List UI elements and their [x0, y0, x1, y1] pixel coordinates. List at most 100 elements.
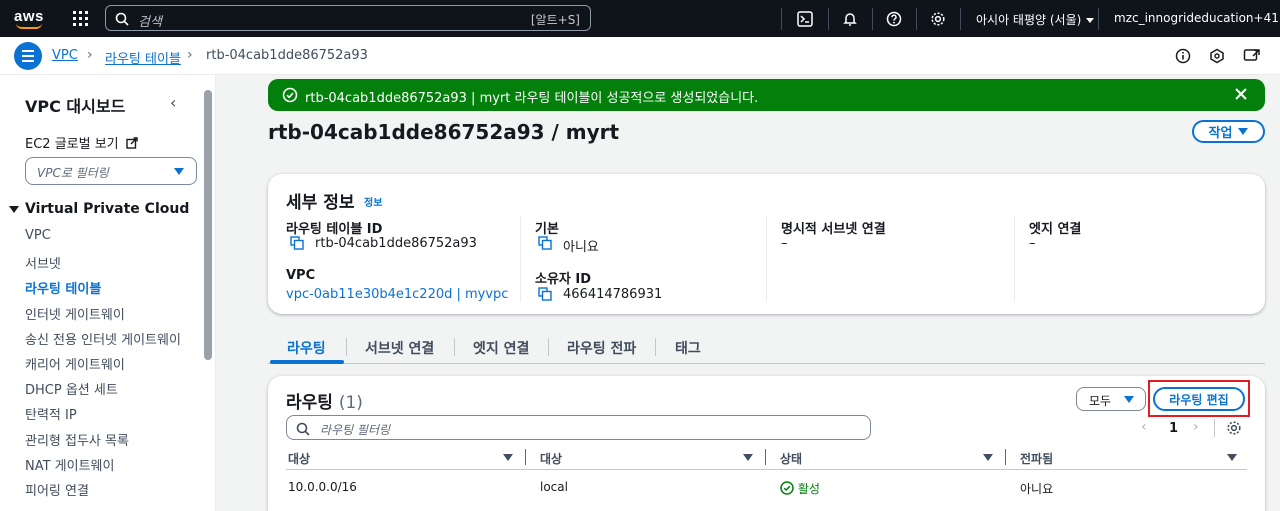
- page-number[interactable]: 1: [1169, 421, 1178, 436]
- next-page-icon[interactable]: ›: [1193, 419, 1199, 435]
- cell-status: 활성: [780, 480, 820, 497]
- tab-tags[interactable]: 태그: [675, 338, 701, 358]
- main-label: 기본: [535, 222, 559, 237]
- vpc-link[interactable]: vpc-0ab11e30b4e1c220d | myvpc: [286, 287, 508, 302]
- sidebar-collapse-icon[interactable]: ‹: [170, 93, 176, 112]
- feedback-icon[interactable]: [1243, 47, 1261, 65]
- column-target[interactable]: 대상: [540, 450, 562, 467]
- notifications-bell-icon[interactable]: [840, 9, 860, 29]
- chevron-down-icon: [174, 168, 184, 175]
- sidebar-navigation: VPC 대시보드 ‹ EC2 글로벌 보기 VPC로 필터링 Virtual P…: [0, 75, 216, 511]
- tab-routes[interactable]: 라우팅: [287, 338, 326, 358]
- success-flash-banner: rtb-04cab1dde86752a93 | myrt 라우팅 테이블이 성공…: [268, 79, 1265, 111]
- aws-logo[interactable]: aws: [14, 6, 48, 32]
- copy-icon[interactable]: [538, 236, 552, 250]
- search-shortcut: [알트+S]: [530, 13, 580, 27]
- actions-button[interactable]: 작업: [1192, 120, 1265, 143]
- sidebar-scrollbar[interactable]: [204, 90, 212, 360]
- vpc-filter-select[interactable]: VPC로 필터링: [25, 157, 197, 185]
- main-value: 아니요: [563, 240, 599, 255]
- routes-table-header: 대상 대상 상태 전파됨: [286, 444, 1247, 470]
- tab-subnet-associations[interactable]: 서브넷 연결: [365, 338, 434, 358]
- routes-count: (1): [338, 393, 363, 413]
- help-icon[interactable]: [884, 9, 904, 29]
- ec2-global-view-label: EC2 글로벌 보기: [25, 137, 119, 152]
- route-table-id-label: 라우팅 테이블 ID: [286, 222, 383, 237]
- tab-route-propagation[interactable]: 라우팅 전파: [567, 338, 636, 358]
- column-status[interactable]: 상태: [780, 450, 802, 467]
- sidebar-item[interactable]: 관리형 접두사 목록: [25, 430, 129, 449]
- vpc-filter-placeholder: VPC로 필터링: [37, 166, 109, 180]
- top-navigation: aws 검색 [알트+S] 아시아 태평양 (서울) mzc_innogride…: [0, 0, 1280, 37]
- success-check-icon: [282, 87, 298, 107]
- details-panel: 세부 정보 정보 라우팅 테이블 ID rtb-04cab1dde86752a9…: [268, 174, 1265, 314]
- breadcrumb-route-tables[interactable]: 라우팅 테이블: [105, 48, 181, 67]
- routes-panel: 라우팅 (1) 모두 라우팅 편집 라우팅 필터링 ‹ 1 › 대상 대상 상태…: [268, 376, 1265, 511]
- edit-routes-button[interactable]: 라우팅 편집: [1153, 387, 1245, 411]
- sidebar-item[interactable]: 탄력적 IP: [25, 404, 77, 423]
- region-selector[interactable]: 아시아 태평양 (서울): [976, 11, 1095, 28]
- sidebar-item[interactable]: 라우팅 테이블: [25, 278, 101, 297]
- table-preferences-gear-icon[interactable]: [1226, 420, 1242, 440]
- breadcrumb-current: rtb-04cab1dde86752a93: [206, 48, 368, 63]
- copy-icon[interactable]: [538, 287, 552, 301]
- sidebar-item[interactable]: 송신 전용 인터넷 게이트웨이: [25, 329, 181, 348]
- search-icon: [296, 421, 310, 440]
- security-shield-icon[interactable]: [1208, 47, 1226, 65]
- sort-icon[interactable]: [743, 454, 753, 461]
- cell-target: local: [540, 480, 568, 494]
- region-label: 아시아 태평양 (서울): [976, 13, 1082, 27]
- page-title: rtb-04cab1dde86752a93 / myrt: [268, 120, 620, 144]
- ec2-global-view-link[interactable]: EC2 글로벌 보기: [25, 133, 138, 152]
- side-menu-toggle-button[interactable]: [14, 42, 42, 70]
- tab-edge-associations[interactable]: 엣지 연결: [473, 338, 529, 358]
- sidebar-item[interactable]: DHCP 옵션 세트: [25, 379, 118, 398]
- cloudshell-icon[interactable]: [795, 9, 815, 29]
- info-icon[interactable]: [1174, 47, 1192, 65]
- services-grid-icon[interactable]: [73, 11, 88, 26]
- flash-message: rtb-04cab1dde86752a93 | myrt 라우팅 테이블이 성공…: [305, 91, 759, 106]
- chevron-down-icon: [1238, 128, 1249, 135]
- sidebar-item[interactable]: 서브넷: [25, 253, 61, 272]
- global-search-input[interactable]: 검색 [알트+S]: [105, 5, 591, 31]
- breadcrumb-bar: VPC › 라우팅 테이블 › rtb-04cab1dde86752a93: [0, 37, 1280, 75]
- chevron-down-icon: [1086, 18, 1095, 23]
- sidebar-section-vpc[interactable]: Virtual Private Cloud: [9, 201, 189, 217]
- close-icon[interactable]: [1233, 86, 1249, 106]
- copy-icon[interactable]: [290, 236, 304, 250]
- sidebar-item[interactable]: 캐리어 게이트웨이: [25, 354, 125, 373]
- sidebar-title[interactable]: VPC 대시보드: [25, 93, 125, 117]
- sidebar-item[interactable]: NAT 게이트웨이: [25, 455, 114, 474]
- aws-smile-icon: [16, 23, 42, 29]
- actions-label: 작업: [1208, 126, 1233, 141]
- route-table-id-value: rtb-04cab1dde86752a93: [315, 236, 477, 251]
- explicit-subnet-label: 명시적 서브넷 연결: [781, 222, 886, 237]
- column-destination[interactable]: 대상: [288, 450, 310, 467]
- route-scope-value: 모두: [1089, 394, 1112, 408]
- cell-destination: 10.0.0.0/16: [288, 480, 357, 494]
- owner-id-value: 466414786931: [563, 287, 663, 302]
- account-label: mzc_innogrideducation+41: [1114, 11, 1279, 25]
- breadcrumb-vpc[interactable]: VPC: [52, 48, 78, 63]
- sidebar-item[interactable]: 인터넷 게이트웨이: [25, 304, 125, 323]
- routes-filter-input[interactable]: 라우팅 필터링: [286, 415, 871, 440]
- previous-page-icon[interactable]: ‹: [1141, 419, 1147, 435]
- routes-title: 라우팅 (1): [286, 388, 363, 413]
- column-propagated[interactable]: 전파됨: [1020, 450, 1053, 467]
- sort-icon[interactable]: [1227, 454, 1237, 461]
- active-tab-indicator: [270, 360, 344, 364]
- search-icon: [115, 11, 129, 30]
- table-row[interactable]: 10.0.0.0/16 local 활성 아니요: [286, 472, 1247, 502]
- route-scope-select[interactable]: 모두: [1076, 387, 1146, 411]
- external-link-icon: [126, 137, 138, 149]
- sidebar-item[interactable]: 피어링 연결: [25, 480, 89, 499]
- details-info-link[interactable]: 정보: [364, 194, 382, 209]
- sort-icon[interactable]: [983, 454, 993, 461]
- vpc-label: VPC: [286, 268, 316, 283]
- account-menu[interactable]: mzc_innogrideducation+41: [1114, 11, 1280, 25]
- edge-association-value: –: [1029, 236, 1036, 251]
- sort-icon[interactable]: [503, 454, 513, 461]
- settings-gear-icon[interactable]: [928, 9, 948, 29]
- detail-tabs: 라우팅 서브넷 연결 엣지 연결 라우팅 전파 태그: [268, 334, 1265, 364]
- sidebar-item[interactable]: VPC: [25, 228, 51, 243]
